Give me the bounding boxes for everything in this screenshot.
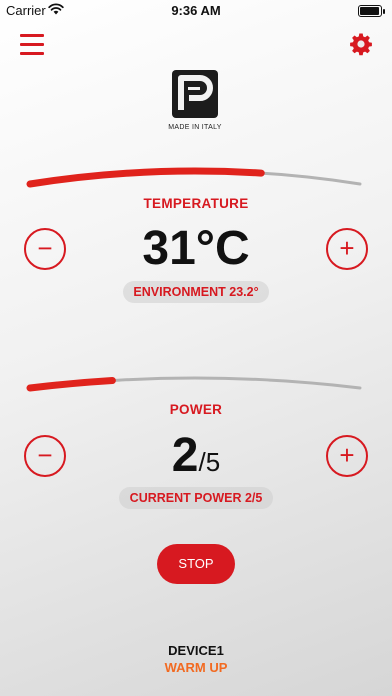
temperature-slider[interactable] — [0, 160, 392, 200]
clock: 9:36 AM — [171, 3, 221, 18]
temperature-label: TEMPERATURE — [143, 196, 249, 211]
hamburger-line — [20, 52, 44, 55]
menu-button[interactable] — [20, 34, 44, 55]
brand-logo — [172, 70, 218, 118]
stop-button[interactable]: STOP — [157, 544, 235, 584]
hamburger-line — [20, 43, 44, 46]
environment-temperature-badge: ENVIRONMENT 23.2° — [123, 281, 269, 303]
power-max: 5 — [205, 447, 221, 477]
logo-caption: MADE IN ITALY — [168, 124, 222, 131]
power-slider[interactable] — [0, 366, 392, 406]
device-name: DEVICE1 — [168, 643, 224, 658]
increase-temperature-button[interactable]: + — [326, 228, 368, 270]
power-separator: / — [198, 447, 206, 477]
current-power-badge: CURRENT POWER 2/5 — [119, 487, 273, 509]
increase-power-button[interactable]: + — [326, 435, 368, 477]
gear-icon — [350, 33, 372, 56]
power-label: POWER — [169, 402, 223, 417]
device-status: WARM UP — [164, 660, 228, 675]
power-current: 2 — [171, 429, 199, 482]
hamburger-menu-icon — [20, 34, 44, 37]
settings-button[interactable] — [349, 32, 373, 56]
battery-level — [360, 7, 379, 15]
battery-icon — [358, 5, 385, 17]
status-bar: Carrier 9:36 AM — [0, 0, 392, 22]
